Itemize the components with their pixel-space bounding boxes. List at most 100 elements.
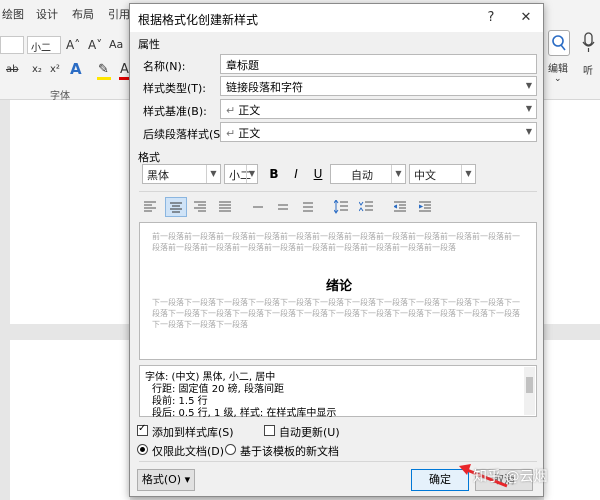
paragraph-mark-icon: ↵ — [226, 104, 236, 117]
close-button[interactable]: ✕ — [516, 8, 536, 28]
dialog-title: 根据格式化创建新样式 — [138, 13, 259, 27]
style-type-select[interactable]: 链接段落和字符 ▼ — [220, 76, 537, 96]
increase-paragraph-spacing-button[interactable] — [330, 197, 352, 217]
single-spacing-button[interactable] — [248, 197, 270, 217]
name-value: 章标题 — [226, 59, 259, 72]
this-document-label[interactable]: 仅限此文档(D) — [152, 443, 224, 459]
highlight-color-bar — [97, 77, 111, 80]
grow-font-icon[interactable]: A˄ — [66, 38, 80, 52]
decrease-indent-button[interactable] — [390, 197, 412, 217]
one-half-spacing-button[interactable] — [273, 197, 295, 217]
preview-previous-paragraph: 前一段落前一段落前一段落前一段落前一段落前一段落前一段落前一段落前一段落前一段落… — [152, 232, 520, 252]
font-size-box[interactable]: 小二 — [27, 36, 61, 54]
next-style-value: 正文 — [238, 127, 261, 140]
align-center-icon — [170, 202, 182, 213]
increase-indent-button[interactable] — [415, 197, 437, 217]
font-select[interactable]: 黑体 ▼ — [142, 164, 221, 184]
style-type-label: 样式类型(T): — [143, 82, 207, 95]
document-page-2[interactable] — [10, 340, 130, 500]
chevron-down-icon: ▼ — [391, 165, 405, 183]
style-base-value: 正文 — [238, 104, 261, 117]
font-size-value: 小二 — [31, 43, 51, 54]
auto-update-checkbox[interactable] — [264, 425, 275, 436]
auto-update-label[interactable]: 自动更新(U) — [279, 424, 340, 440]
script-select[interactable]: 中文 ▼ — [409, 164, 476, 184]
change-case-icon[interactable]: Aa — [109, 38, 123, 51]
underline-button[interactable]: U — [308, 164, 328, 184]
align-left-button[interactable] — [140, 197, 162, 217]
style-preview: 前一段落前一段落前一段落前一段落前一段落前一段落前一段落前一段落前一段落前一段落… — [139, 222, 537, 360]
description-scrollbar[interactable] — [524, 367, 535, 415]
style-type-value: 链接段落和字符 — [226, 81, 303, 94]
style-description: 字体: (中文) 黑体, 小二, 居中 行距: 固定值 20 磅, 段落间距 段… — [139, 365, 537, 419]
help-button[interactable]: ? — [481, 8, 501, 28]
next-style-select[interactable]: ↵ 正文 ▼ — [220, 122, 537, 142]
chevron-down-icon: ▼ — [206, 165, 220, 183]
size-select[interactable]: 小二 ▼ — [224, 164, 258, 184]
watermark: 知乎 @云烟 — [473, 469, 548, 485]
single-spacing-icon — [253, 206, 263, 208]
add-to-gallery-label[interactable]: 添加到样式库(S) — [152, 424, 234, 440]
italic-button[interactable]: I — [286, 164, 306, 184]
align-center-button[interactable] — [165, 197, 187, 217]
format-menu-button[interactable]: 格式(O) ▾ — [137, 469, 195, 491]
subscript-icon[interactable]: x₂ — [32, 64, 42, 75]
superscript-icon[interactable]: x² — [50, 64, 60, 75]
font-color-bar — [119, 77, 129, 80]
find-icon[interactable] — [548, 30, 570, 56]
script-value: 中文 — [414, 169, 436, 182]
document-page-2-right[interactable] — [544, 340, 600, 500]
font-color-value: 自动 — [351, 169, 373, 182]
add-to-gallery-checkbox[interactable] — [137, 423, 148, 436]
decrease-paragraph-spacing-button[interactable] — [355, 197, 377, 217]
next-style-label: 后续段落样式(S): — [143, 128, 229, 141]
align-left-icon — [144, 201, 156, 212]
style-base-select[interactable]: ↵ 正文 ▼ — [220, 99, 537, 119]
dialog-titlebar[interactable]: 根据格式化创建新样式 ? ✕ — [130, 4, 543, 32]
this-document-radio[interactable] — [137, 444, 148, 455]
chevron-down-icon: ▼ — [525, 81, 532, 90]
style-base-label: 样式基准(B): — [143, 105, 207, 118]
justify-button[interactable] — [215, 197, 237, 217]
align-right-icon — [194, 201, 206, 212]
preview-heading: 绪论 — [325, 279, 352, 294]
preview-next-paragraph: 下一段落下一段落下一段落下一段落下一段落下一段落下一段落下一段落下一段落下一段落… — [152, 298, 520, 329]
font-value: 黑体 — [147, 169, 169, 182]
document-page-1[interactable] — [10, 100, 130, 324]
strikethrough-icon[interactable]: ab — [6, 64, 18, 75]
tab-references[interactable]: 引用 — [108, 6, 130, 22]
name-label: 名称(N): — [143, 60, 186, 73]
chevron-down-icon: ▼ — [246, 165, 257, 183]
font-color-select[interactable]: 自动 ▼ — [330, 164, 406, 184]
tab-layout[interactable]: 布局 — [72, 6, 94, 22]
create-style-dialog: 根据格式化创建新样式 ? ✕ 属性 名称(N): 章标题 样式类型(T): 链接… — [129, 3, 544, 497]
highlight-icon[interactable]: ✎ — [98, 62, 109, 77]
tab-design[interactable]: 设计 — [36, 6, 58, 22]
name-input[interactable]: 章标题 — [220, 54, 537, 74]
dictate-label[interactable]: 听 — [583, 62, 593, 77]
microphone-icon[interactable] — [581, 30, 597, 56]
edit-label[interactable]: 编辑 — [548, 60, 568, 75]
chevron-down-icon: ▼ — [461, 165, 475, 183]
edit-chevron-icon[interactable]: ⌄ — [554, 74, 562, 84]
bold-button[interactable]: B — [264, 164, 284, 184]
divider — [139, 191, 537, 192]
one-half-spacing-icon — [278, 204, 288, 210]
document-page-1-right[interactable] — [544, 100, 600, 324]
font-name-box[interactable] — [0, 36, 24, 54]
description-line: 段后: 0.5 行, 1 级, 样式: 在样式库中显示 — [152, 408, 337, 419]
font-color-icon[interactable]: A — [120, 62, 129, 77]
text-effects-icon[interactable]: A — [70, 60, 82, 78]
justify-icon — [219, 201, 231, 212]
new-documents-template-label[interactable]: 基于该模板的新文档 — [240, 443, 339, 459]
tab-draw[interactable]: 绘图 — [2, 6, 24, 22]
chevron-down-icon: ▼ — [525, 127, 532, 136]
shrink-font-icon[interactable]: A˅ — [88, 38, 102, 52]
double-spacing-button[interactable] — [298, 197, 320, 217]
paragraph-mark-icon: ↵ — [226, 127, 236, 140]
double-spacing-icon — [303, 202, 313, 212]
scrollbar-thumb[interactable] — [526, 377, 533, 393]
format-section-label: 格式 — [138, 151, 160, 164]
new-documents-template-radio[interactable] — [225, 444, 236, 455]
align-right-button[interactable] — [190, 197, 212, 217]
